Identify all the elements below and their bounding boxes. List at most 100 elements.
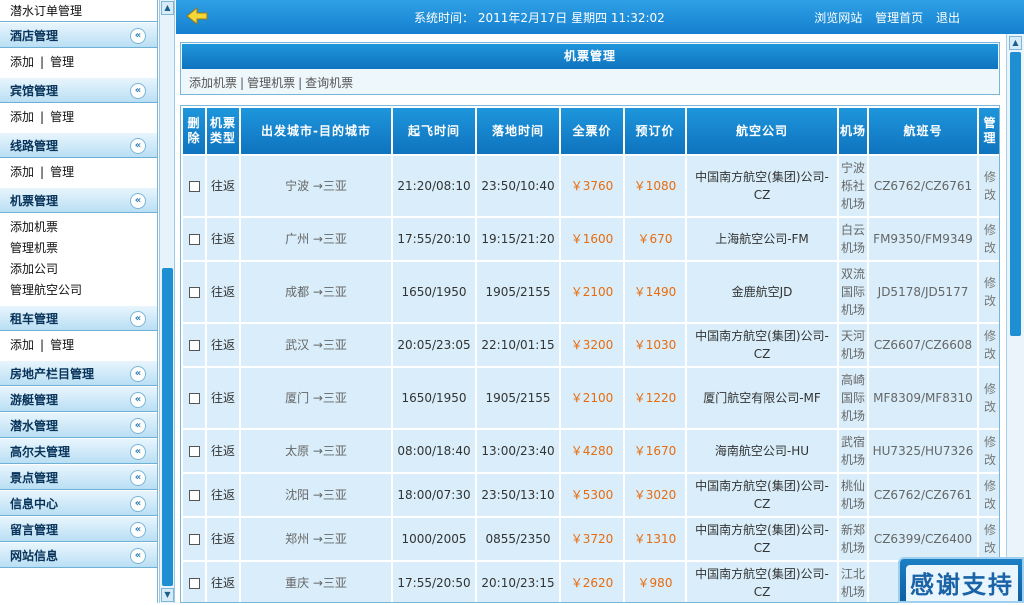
scroll-up-arrow-icon[interactable]: ▲ [1009,36,1022,50]
browse-site-link[interactable]: 浏览网站 [814,11,862,25]
sidebar-group-body: 添加 | 管理 [0,48,157,77]
sidebar-group: 线路管理 « 添加 | 管理 [0,132,157,187]
airline-cell: 中国南方航空(集团)公司-CZ [687,562,837,602]
arrival-cell: 0855/2350 [477,518,559,560]
content-scrollbar[interactable]: ▲ ▼ [1006,34,1024,603]
collapse-chevron-icon[interactable]: « [130,496,146,512]
delete-cell [183,156,205,216]
col-header-manage: 管理 [979,108,999,154]
delete-checkbox[interactable] [188,340,200,351]
delete-checkbox[interactable] [188,234,200,245]
col-header-arrival: 落地时间 [477,108,559,154]
sidebar-group-header[interactable]: 高尔夫管理 « [0,438,157,464]
airline-cell: 中国南方航空(集团)公司-CZ [687,324,837,366]
sidebar-link[interactable]: 添加 [10,338,34,352]
collapse-chevron-icon[interactable]: « [130,392,146,408]
arrival-cell: 13:00/23:40 [477,430,559,472]
sidebar-link[interactable]: 管理航空公司 [10,283,82,297]
edit-link[interactable]: 修改 [979,474,999,516]
route-cell: 太原 →三亚 [241,430,391,472]
sidebar-link[interactable]: 添加 [10,165,34,179]
departure-cell: 18:00/07:30 [393,474,475,516]
full-price-cell: ￥1600 [561,218,623,260]
back-arrow-icon[interactable] [186,6,208,26]
col-header-flight-no: 航班号 [869,108,977,154]
collapse-chevron-icon[interactable]: « [130,522,146,538]
manage-ticket-link[interactable]: 管理机票 [247,76,295,90]
logout-link[interactable]: 退出 [936,11,960,25]
edit-link[interactable]: 修改 [979,218,999,260]
delete-checkbox[interactable] [188,393,200,404]
col-header-airline: 航空公司 [687,108,837,154]
sidebar-link[interactable]: 添加公司 [10,262,58,276]
sidebar-item-dive-orders[interactable]: 潜水订单管理 [0,0,157,22]
sidebar-link[interactable]: 管理 [50,338,74,352]
ticket-table-wrapper: 删除 机票类型 出发城市-目的城市 起飞时间 落地时间 全票价 预订价 航空公司… [180,105,1000,603]
scroll-up-arrow-icon[interactable]: ▲ [161,1,174,15]
sidebar-group: 机票管理 « 添加机票管理机票添加公司管理航空公司 [0,187,157,305]
sidebar-line: 添加 | 管理 [10,335,157,356]
edit-link[interactable]: 修改 [979,262,999,322]
collapse-chevron-icon[interactable]: « [130,311,146,327]
scroll-down-arrow-icon[interactable]: ▼ [161,588,174,602]
edit-link[interactable]: 修改 [979,430,999,472]
sidebar-group-header[interactable]: 网站信息 « [0,542,157,568]
edit-link[interactable]: 修改 [979,324,999,366]
collapse-chevron-icon[interactable]: « [130,83,146,99]
sidebar-line: 添加机票 [10,217,157,238]
sidebar-group-header[interactable]: 房地产栏目管理 « [0,360,157,386]
thanks-banner[interactable]: 感谢支持 [898,557,1024,603]
flight-no-cell: JD5178/JD5177 [869,262,977,322]
delete-checkbox[interactable] [188,287,200,298]
flight-no-cell: MF8309/MF8310 [869,368,977,428]
collapse-chevron-icon[interactable]: « [130,470,146,486]
delete-checkbox[interactable] [188,534,200,545]
collapse-chevron-icon[interactable]: « [130,28,146,44]
sidebar-group-header[interactable]: 酒店管理 « [0,22,157,48]
sidebar-link[interactable]: 管理 [50,55,74,69]
sidebar-group-header[interactable]: 留言管理 « [0,516,157,542]
collapse-chevron-icon[interactable]: « [130,366,146,382]
sidebar-group-header[interactable]: 宾馆管理 « [0,77,157,103]
sidebar-link[interactable]: 管理机票 [10,241,58,255]
table-header-row: 删除 机票类型 出发城市-目的城市 起飞时间 落地时间 全票价 预订价 航空公司… [183,108,999,154]
collapse-chevron-icon[interactable]: « [130,138,146,154]
sidebar-group-header[interactable]: 潜水管理 « [0,412,157,438]
add-ticket-link[interactable]: 添加机票 [189,76,237,90]
edit-link[interactable]: 修改 [979,518,999,560]
collapse-chevron-icon[interactable]: « [130,444,146,460]
collapse-chevron-icon[interactable]: « [130,193,146,209]
booking-price-cell: ￥3020 [625,474,685,516]
departure-cell: 1000/2005 [393,518,475,560]
sidebar-link[interactable]: 管理 [50,165,74,179]
query-ticket-link[interactable]: 查询机票 [305,76,353,90]
route-cell: 厦门 →三亚 [241,368,391,428]
sidebar-group-header[interactable]: 机票管理 « [0,187,157,213]
delete-checkbox[interactable] [188,490,200,501]
sidebar-group-header[interactable]: 景点管理 « [0,464,157,490]
admin-home-link[interactable]: 管理首页 [875,11,923,25]
sidebar-group-header[interactable]: 线路管理 « [0,132,157,158]
sidebar-group-header[interactable]: 租车管理 « [0,305,157,331]
sidebar-scroll-thumb[interactable] [162,268,173,586]
table-row: 往返 重庆 →三亚 17:55/20:50 20:10/23:15 ￥2620 ￥980 中… [183,562,999,602]
delete-checkbox[interactable] [188,446,200,457]
sidebar-link[interactable]: 管理 [50,110,74,124]
sidebar-link[interactable]: 添加 [10,55,34,69]
collapse-chevron-icon[interactable]: « [130,548,146,564]
delete-checkbox[interactable] [188,181,200,192]
edit-link[interactable]: 修改 [979,368,999,428]
table-row: 往返 太原 →三亚 08:00/18:40 13:00/23:40 ￥4280 ￥1670… [183,430,999,472]
departure-cell: 17:55/20:50 [393,562,475,602]
collapse-chevron-icon[interactable]: « [130,418,146,434]
content-scroll-thumb[interactable] [1010,52,1021,336]
ticket-type-cell: 往返 [207,262,239,322]
sidebar-group-header[interactable]: 游艇管理 « [0,386,157,412]
sidebar-scrollbar[interactable]: ▲ ▼ [159,0,175,603]
sidebar-group-header[interactable]: 信息中心 « [0,490,157,516]
edit-link[interactable]: 修改 [979,156,999,216]
sidebar-line: 管理机票 [10,238,157,259]
delete-checkbox[interactable] [188,578,200,589]
sidebar-link[interactable]: 添加机票 [10,220,58,234]
sidebar-link[interactable]: 添加 [10,110,34,124]
